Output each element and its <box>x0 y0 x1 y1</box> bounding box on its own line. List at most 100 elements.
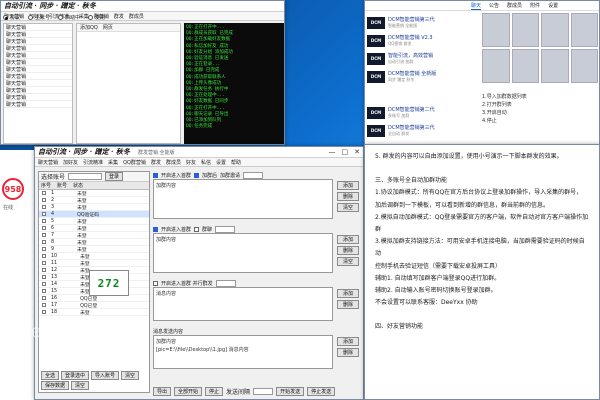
account-list[interactable]: 1 未登 2 未登 3 未登 4 QQ验证码 5 未登 6 未登 7 未登 8 未登 9 未登 10 未登 11 未登 12… <box>39 190 149 316</box>
account-checkbox[interactable] <box>42 226 46 230</box>
news-item[interactable]: DCM DCM智能营销第二代 多账号 加群 <box>367 105 467 120</box>
account-checkbox[interactable] <box>42 303 46 307</box>
add-button[interactable]: 添加 <box>337 235 359 244</box>
main-menu-item[interactable]: 私信 <box>201 159 211 166</box>
account-checkbox[interactable] <box>42 219 46 223</box>
browser-right-item[interactable]: 2.打开群列表 <box>482 101 598 109</box>
account-checkbox[interactable] <box>42 254 46 258</box>
account-data-button[interactable]: 保存数据 <box>41 381 70 390</box>
news-title[interactable]: DCM智能营销第二代 <box>388 107 435 113</box>
main-menu-item[interactable]: 好友 <box>186 159 196 166</box>
delete-button[interactable]: 删除 <box>337 246 359 255</box>
footer-button[interactable]: 停止 <box>205 387 224 396</box>
clear-button[interactable]: 清空 <box>337 203 359 212</box>
back-radio-option[interactable]: 启动中 <box>58 14 80 21</box>
option-2b-checkbox[interactable] <box>194 226 200 232</box>
account-checkbox[interactable] <box>42 289 46 293</box>
browser-tab[interactable]: 设置 <box>548 2 558 9</box>
main-menu-item[interactable]: 群成员 <box>166 159 181 166</box>
clear-button[interactable]: 清空 <box>337 257 359 266</box>
main-menu-item[interactable]: 设置 <box>216 159 226 166</box>
option-2-checkbox[interactable] <box>153 226 158 232</box>
account-checkbox[interactable] <box>42 275 46 279</box>
back-app-window[interactable]: 自动引流 · 同步 · 蹭定 · 秋冬 聊天营销加好友引流精准...采集群营销群… <box>0 0 285 145</box>
account-row[interactable]: 11 未登 <box>39 260 149 267</box>
account-row[interactable]: 1 未登 <box>39 190 149 197</box>
account-row[interactable]: 17 QQ已登 <box>39 302 149 309</box>
news-item[interactable] <box>367 87 467 102</box>
back-radio-option[interactable]: 主账号 <box>28 14 50 21</box>
document-window[interactable]: 5. 群发的内容可以自由添加设置，使用小号演示一下脚本群发的效果。 三、多账号全自… <box>364 144 600 400</box>
account-row[interactable]: 10 未登 <box>39 253 149 260</box>
browser-right-item[interactable]: 4.停止 <box>482 117 598 125</box>
radio-icon[interactable] <box>88 15 94 20</box>
radio-icon[interactable] <box>58 15 64 20</box>
add-button[interactable]: 添加 <box>337 289 359 298</box>
back-list-item[interactable]: 聊天营销 <box>4 101 72 108</box>
option-2-textarea[interactable]: 加群内容 <box>153 233 333 273</box>
browser-right-item[interactable]: 3.开启自动 <box>482 109 598 117</box>
main-menu-item[interactable]: 引流精准 <box>83 159 103 166</box>
back-radio-option[interactable]: 使用 <box>88 14 105 21</box>
account-checkbox[interactable] <box>42 282 46 286</box>
thumbnail[interactable] <box>570 13 598 47</box>
browser-window[interactable]: 聊天 公告 群成员 附件 设置 DCM DCM智能营销第三代 智能营销 全能版 DCM DCM智… <box>364 0 600 145</box>
option-3-input[interactable] <box>215 279 236 287</box>
account-checkbox[interactable] <box>42 191 46 195</box>
browser-tab[interactable]: 公告 <box>489 2 499 9</box>
account-row[interactable]: 9 未登 <box>39 246 149 253</box>
back-menu-item[interactable]: 群发 <box>114 13 124 20</box>
account-action-button[interactable]: 登录选中 <box>61 371 90 380</box>
account-checkbox[interactable] <box>42 205 46 209</box>
browser-right-item[interactable]: 1.导入加群数据列表 <box>482 93 598 101</box>
news-item[interactable]: DCM DCM智能营销第三代 智能营销 全能版 <box>367 15 467 30</box>
option-3-textarea[interactable]: 消息内容 <box>153 287 333 321</box>
delete-button[interactable]: 删除 <box>337 192 359 201</box>
radio-icon[interactable] <box>3 15 8 20</box>
account-checkbox[interactable] <box>42 240 46 244</box>
account-checkbox[interactable] <box>42 198 46 202</box>
footer-button[interactable]: 停止发送 <box>307 387 336 396</box>
account-action-button[interactable]: 清空 <box>121 371 140 380</box>
delete-button[interactable]: 删除 <box>337 348 359 357</box>
news-item[interactable]: DCM DCM智能营销 V2.3 QQ营销 群发 <box>367 33 467 48</box>
account-row[interactable]: 8 未登 <box>39 239 149 246</box>
account-row[interactable]: 18 未登 <box>39 309 149 316</box>
account-action-button[interactable]: 导入账号 <box>91 371 120 380</box>
account-action-button[interactable]: 全选 <box>41 371 60 380</box>
option-1-input[interactable] <box>243 171 264 179</box>
main-menu-item[interactable]: QQ群营销 <box>123 159 146 166</box>
news-item[interactable]: DCM 智能引流，高效营销 自动引流 加群 <box>367 51 467 66</box>
main-menu-item[interactable]: 帮助 <box>231 159 241 166</box>
main-app-window[interactable]: 自动引流 · 同步 · 蹭定 · 秋冬 群发营销 全能版 — □ ✕ 聊天营销加… <box>34 146 364 400</box>
browser-tab[interactable]: 附件 <box>530 2 540 9</box>
browser-tab[interactable]: 聊天 <box>471 2 482 10</box>
account-row[interactable]: 5 未登 <box>39 218 149 225</box>
thumbnail[interactable] <box>511 49 539 83</box>
delete-button[interactable]: 删除 <box>337 300 359 309</box>
account-checkbox[interactable] <box>42 233 46 237</box>
close-icon[interactable]: ✕ <box>354 148 360 156</box>
footer-button[interactable]: 导出 <box>153 387 172 396</box>
main-menu-item[interactable]: 采集 <box>108 159 118 166</box>
news-title[interactable]: DCM智能营销 全新版 <box>388 71 436 77</box>
option-1-textarea[interactable]: 加群内容 <box>153 179 333 219</box>
account-checkbox[interactable] <box>42 247 46 251</box>
main-menu-item[interactable]: 加好友 <box>63 159 78 166</box>
news-title[interactable]: 智能引流，高效营销 <box>388 53 433 59</box>
maximize-icon[interactable]: □ <box>342 148 349 156</box>
thumbnail[interactable] <box>570 49 598 83</box>
main-menu-item[interactable]: 群发 <box>151 159 161 166</box>
news-title[interactable]: DCM智能营销第三代 <box>388 17 435 23</box>
thumbnail[interactable] <box>511 13 539 47</box>
account-checkbox[interactable] <box>42 261 46 265</box>
send-interval-input[interactable] <box>253 388 274 395</box>
back-account-list[interactable]: 聊天营销 聊天营销 聊天营销 聊天营销 聊天营销 聊天营销 聊天营销 聊天营销 聊天营销 聊天营销… <box>3 23 73 144</box>
option-1b-checkbox[interactable] <box>194 172 200 178</box>
thumbnail[interactable] <box>482 49 510 83</box>
account-row[interactable]: 4 QQ验证码 <box>39 211 149 218</box>
add-button[interactable]: 添加 <box>337 181 359 190</box>
news-item[interactable]: DCM DCM智能营销第三代 全自动 群发 <box>367 123 467 138</box>
browser-tab[interactable]: 群成员 <box>507 2 522 9</box>
login-button[interactable]: 登录 <box>105 172 124 181</box>
